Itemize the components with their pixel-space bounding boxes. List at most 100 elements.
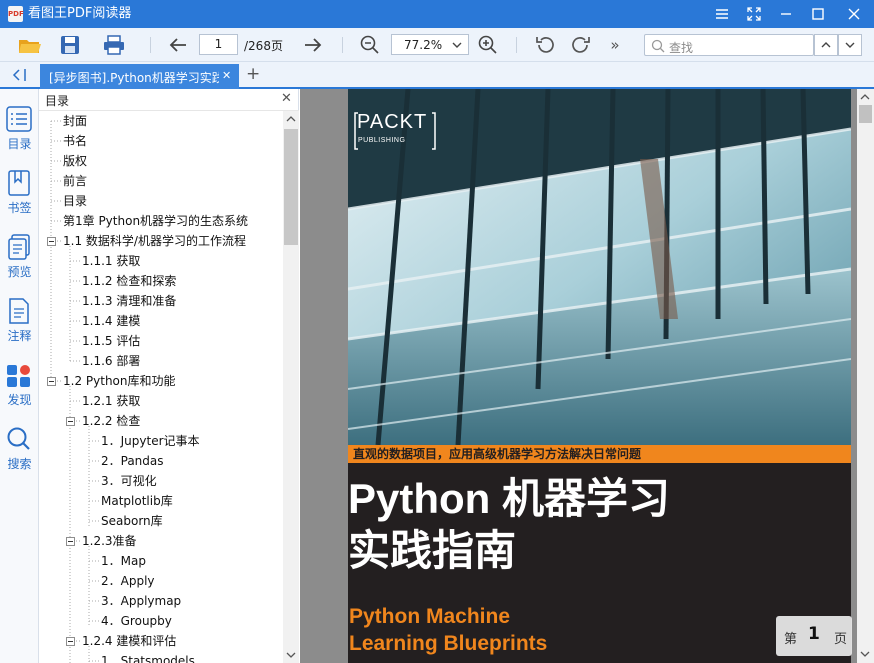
toc-item[interactable]: 前言 <box>63 171 87 191</box>
fullscreen-icon[interactable] <box>738 0 770 28</box>
menu-icon[interactable] <box>706 0 738 28</box>
document-viewer[interactable]: PACKT PUBLISHING 直观的数据项目，应用高级机器学习方法解决日常问… <box>300 89 874 663</box>
page-indicator: 第 1 页 <box>776 616 852 656</box>
save-icon[interactable] <box>56 33 84 57</box>
publisher-logo: PACKT PUBLISHING <box>354 111 436 150</box>
chevron-down-icon <box>845 42 855 48</box>
toc-item[interactable]: 3．可视化 <box>101 471 157 491</box>
search-icon <box>651 39 665 53</box>
collapse-toggle[interactable] <box>66 417 75 426</box>
collapse-toggle[interactable] <box>47 237 56 246</box>
toolbar-divider <box>342 37 343 53</box>
toc-title: 目录 <box>45 94 70 108</box>
collapse-toggle[interactable] <box>66 637 75 646</box>
toc-item[interactable]: 1.1.1 获取 <box>82 251 140 271</box>
page-number-input[interactable]: 1 <box>199 34 238 55</box>
sidebar-item-label: 注释 <box>7 329 32 343</box>
search-previous-button[interactable] <box>814 34 838 56</box>
toc-item[interactable]: 书名 <box>63 131 87 151</box>
sidebar-item-preview[interactable]: 预览 <box>0 227 39 283</box>
page-indicator-prefix: 第 <box>784 632 798 647</box>
toc-item[interactable]: 3．Applymap <box>101 591 181 611</box>
tab-close-icon[interactable]: ✕ <box>222 69 231 82</box>
new-tab-button[interactable]: + <box>246 64 260 84</box>
previous-page-icon[interactable] <box>166 33 190 57</box>
search-next-button[interactable] <box>838 34 862 56</box>
note-icon <box>9 298 29 324</box>
left-sidebar: 目录 书签 预览 注释 发现 搜索 <box>0 89 39 663</box>
toc-item[interactable]: 1.1 数据科学/机器学习的工作流程 <box>63 231 246 251</box>
toc-scroll-thumb[interactable] <box>284 129 298 245</box>
toc-item[interactable]: 2．Pandas <box>101 451 164 471</box>
cover-english-line: Learning Blueprints <box>349 632 548 655</box>
toc-item[interactable]: 1．Jupyter记事本 <box>101 431 200 451</box>
toc-item[interactable]: 1．Statsmodels <box>101 651 195 663</box>
chevron-up-icon <box>860 94 870 100</box>
tab-document[interactable]: [异步图书].Python机器学习实践 ✕ <box>40 64 239 89</box>
sidebar-item-search[interactable]: 搜索 <box>0 419 39 475</box>
toc-item[interactable]: 4．Groupby <box>101 611 172 631</box>
toolbar-divider <box>150 37 151 53</box>
search-icon <box>7 427 30 450</box>
sidebar-item-annotations[interactable]: 注释 <box>0 291 39 347</box>
sidebar-item-discover[interactable]: 发现 <box>0 355 39 411</box>
apps-icon <box>7 365 30 387</box>
zoom-out-icon[interactable] <box>358 33 382 57</box>
sidebar-item-bookmarks[interactable]: 书签 <box>0 163 39 219</box>
more-tools-button[interactable]: » <box>603 33 627 57</box>
viewer-scroll-thumb[interactable] <box>859 105 872 123</box>
app-logo: PDF <box>8 6 24 22</box>
toc-item[interactable]: 1.2.1 获取 <box>82 391 140 411</box>
toc-item[interactable]: Seaborn库 <box>101 511 163 531</box>
viewer-scrollbar[interactable] <box>857 89 874 663</box>
open-folder-icon[interactable] <box>16 33 44 57</box>
toc-item[interactable]: 1.1.5 评估 <box>82 331 140 351</box>
maximize-button[interactable] <box>802 0 834 28</box>
chevron-down-icon <box>286 652 296 658</box>
toc-close-icon[interactable]: ✕ <box>281 91 292 106</box>
toc-item[interactable]: 1.2.4 建模和评估 <box>82 631 176 651</box>
collapse-sidebar-icon[interactable] <box>12 68 28 85</box>
toc-scrollbar[interactable] <box>283 111 299 663</box>
collapse-toggle[interactable] <box>47 377 56 386</box>
tab-bar: [异步图书].Python机器学习实践 ✕ + <box>0 62 874 89</box>
toc-item[interactable]: 1.2.3准备 <box>82 531 137 551</box>
cover-title-line: 实践指南 <box>348 527 517 574</box>
sidebar-item-label: 预览 <box>7 265 32 279</box>
toc-item[interactable]: 1.1.6 部署 <box>82 351 140 371</box>
toc-item[interactable]: 1.1.2 检查和探索 <box>82 271 176 291</box>
toc-item[interactable]: 2．Apply <box>101 571 155 591</box>
search-input[interactable]: 查找 <box>644 34 814 56</box>
cover-tagline: 直观的数据项目，应用高级机器学习方法解决日常问题 <box>348 445 851 463</box>
zoom-in-icon[interactable] <box>476 33 500 57</box>
publisher-sub: PUBLISHING <box>358 137 406 144</box>
toc-item[interactable]: 封面 <box>63 111 87 131</box>
collapse-toggle[interactable] <box>66 537 75 546</box>
sidebar-item-label: 搜索 <box>7 457 32 471</box>
rotate-left-icon[interactable] <box>533 33 557 57</box>
minimize-button[interactable] <box>770 0 802 28</box>
toc-item[interactable]: 目录 <box>63 191 87 211</box>
close-button[interactable] <box>838 0 870 28</box>
next-page-icon[interactable] <box>301 33 325 57</box>
toc-item[interactable]: 版权 <box>63 151 87 171</box>
chevron-up-icon <box>286 116 296 122</box>
toc-item[interactable]: 1.1.3 清理和准备 <box>82 291 176 311</box>
toc-header: 目录 ✕ <box>39 89 299 111</box>
toc-item[interactable]: 1.2 Python库和功能 <box>63 371 176 391</box>
sidebar-item-toc[interactable]: 目录 <box>0 99 39 155</box>
title-bar: PDF 看图王PDF阅读器 <box>0 0 874 28</box>
rotate-right-icon[interactable] <box>569 33 593 57</box>
chevron-down-icon <box>452 42 462 48</box>
sidebar-item-label: 书签 <box>7 201 32 215</box>
toc-item[interactable]: 1.1.4 建模 <box>82 311 140 331</box>
toc-item[interactable]: 1．Map <box>101 551 146 571</box>
sidebar-item-label: 发现 <box>7 393 32 407</box>
toc-item[interactable]: Matplotlib库 <box>101 491 173 511</box>
toc-item[interactable]: 1.2.2 检查 <box>82 411 140 431</box>
toc-item[interactable]: 第1章 Python机器学习的生态系统 <box>63 211 248 231</box>
toc-panel: 目录 ✕ 封面 书名 版权 前言 目录 第1章 Python机器学习的生态系统 … <box>39 89 299 663</box>
zoom-select[interactable]: 77.2% <box>391 34 469 55</box>
print-icon[interactable] <box>100 33 128 57</box>
toc-tree: 封面 书名 版权 前言 目录 第1章 Python机器学习的生态系统 1.1 数… <box>39 111 283 663</box>
